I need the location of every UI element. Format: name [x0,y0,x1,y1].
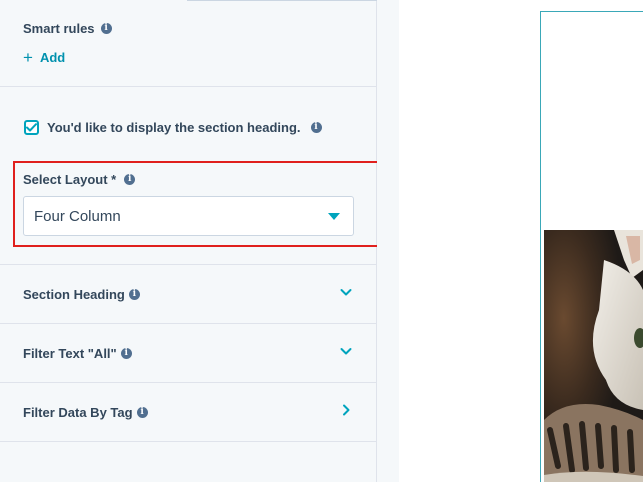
add-smart-rule-button[interactable]: + Add [23,49,65,66]
section-heading-checkbox[interactable] [24,120,39,135]
divider [0,86,377,87]
accordion-label: Filter Data By Tag [23,405,133,420]
chevron-right-icon [343,404,350,416]
smart-rules-label: Smart rules [23,21,95,36]
accordion-section-heading[interactable]: Section Heading i [0,265,377,323]
accordion-filter-text[interactable]: Filter Text "All" i [0,324,377,382]
accordion-label-wrap: Filter Data By Tag i [23,405,148,420]
section-heading-checkbox-row: You'd like to display the section headin… [24,120,322,135]
highlight-annotation [13,161,396,247]
smart-rules-heading: Smart rules i [23,21,112,36]
add-label: Add [39,50,66,65]
info-icon[interactable]: i [120,348,132,359]
section-heading-checkbox-label: You'd like to display the section headin… [47,120,301,135]
info-icon[interactable]: i [136,407,148,418]
info-icon[interactable]: i [310,122,322,133]
chevron-down-icon [340,348,352,355]
tab-edge [187,0,377,1]
divider [0,441,377,442]
accordion-label-wrap: Section Heading i [23,287,140,302]
accordion-label: Filter Text "All" [23,346,117,361]
chevron-down-icon [340,289,352,296]
checkmark-icon [26,123,37,132]
info-icon[interactable]: i [100,23,112,34]
accordion-label: Section Heading [23,287,125,302]
preview-cat-image [544,230,643,482]
editor-root: Smart rules i + Add You'd like to displa… [0,0,643,482]
info-icon[interactable]: i [128,289,140,300]
accordion-filter-data-by-tag[interactable]: Filter Data By Tag i [0,383,377,441]
plus-icon: + [23,48,33,67]
panel-gutter [377,0,399,482]
accordion-label-wrap: Filter Text "All" i [23,346,132,361]
